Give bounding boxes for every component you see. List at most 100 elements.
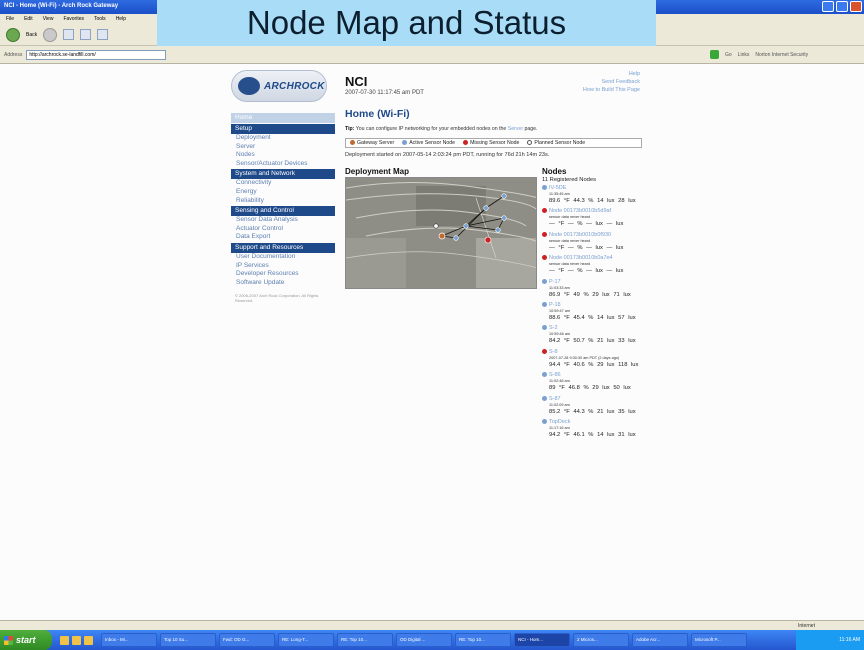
back-icon[interactable] bbox=[6, 27, 20, 42]
taskbar-button[interactable]: RE: Top 10... bbox=[455, 633, 511, 647]
window-title: NCI - Home (Wi-Fi) - Arch Rock Gateway bbox=[4, 3, 119, 9]
nav-item-actuator[interactable]: Actuator Control bbox=[231, 225, 335, 234]
nav-item-nodes[interactable]: Nodes bbox=[231, 151, 335, 160]
how-to-build-link[interactable]: How to Build This Page bbox=[560, 86, 640, 94]
node-name-link[interactable]: S-87 bbox=[542, 396, 662, 403]
nav-item-reliability[interactable]: Reliability bbox=[231, 197, 335, 206]
nav-item-server[interactable]: Server bbox=[231, 143, 335, 152]
nav-item-sensor-data[interactable]: Sensor Data Analysis bbox=[231, 216, 335, 225]
node-name-link[interactable]: TopDeck bbox=[542, 419, 662, 426]
node-status-dot-icon bbox=[542, 395, 547, 401]
browser-status-bar: Internet bbox=[0, 620, 864, 630]
quick-launch-icon[interactable] bbox=[84, 635, 93, 645]
node-name[interactable]: S-87 bbox=[549, 396, 561, 402]
deployment-started: Deployment started on 2007-05-14 2:03:24… bbox=[345, 152, 550, 158]
node-name[interactable]: S-86 bbox=[549, 372, 561, 378]
quick-launch-icon[interactable] bbox=[60, 635, 69, 645]
node-name[interactable]: S-8 bbox=[549, 349, 558, 355]
node-name[interactable]: P-17 bbox=[549, 279, 561, 285]
node-name[interactable]: Node 00173b0010b5d9af bbox=[549, 208, 611, 214]
nav-home[interactable]: Home bbox=[231, 113, 335, 123]
node-name-link[interactable]: S-8 bbox=[542, 349, 662, 356]
node-humidity: 46.8 % bbox=[568, 385, 589, 392]
node-name[interactable]: Node 00173b0010b0f930 bbox=[549, 232, 611, 238]
node-name[interactable]: S-2 bbox=[549, 325, 558, 331]
nav-item-deployment[interactable]: Deployment bbox=[231, 134, 335, 143]
node-name[interactable]: TopDeck bbox=[549, 419, 570, 425]
taskbar-button[interactable]: NCI - Hom... bbox=[514, 633, 570, 647]
back-label[interactable]: Back bbox=[26, 32, 37, 38]
links-button[interactable]: Links bbox=[738, 52, 750, 58]
deployment-map[interactable] bbox=[345, 177, 537, 289]
menu-file[interactable]: File bbox=[6, 16, 14, 22]
forward-icon[interactable] bbox=[43, 27, 58, 42]
node-humidity: 44.3 % bbox=[573, 408, 594, 415]
taskbar-button[interactable]: Top 10 Su... bbox=[160, 633, 216, 647]
nodes-count: 11 Registered Nodes bbox=[542, 177, 597, 183]
taskbar-button[interactable]: OD Digital ... bbox=[396, 633, 452, 647]
node-name-link[interactable]: P-17 bbox=[542, 279, 662, 286]
nav-item-ip-services[interactable]: IP Services bbox=[231, 262, 335, 271]
nav-item-user-docs[interactable]: User Documentation bbox=[231, 253, 335, 262]
security-toolbar[interactable]: Norton Internet Security bbox=[755, 52, 808, 58]
node-light-1: 21 lux bbox=[597, 408, 615, 415]
minimize-icon[interactable] bbox=[822, 1, 834, 12]
taskbar-button[interactable]: 2 Micros... bbox=[573, 633, 629, 647]
taskbar-button[interactable]: RE: Long-T... bbox=[278, 633, 334, 647]
stop-icon[interactable] bbox=[63, 29, 75, 40]
node-name-link[interactable]: S-86 bbox=[542, 372, 662, 379]
start-button[interactable]: start bbox=[0, 630, 52, 650]
menu-help[interactable]: Help bbox=[116, 16, 126, 22]
legend-gateway-label: Gateway Server bbox=[357, 140, 395, 146]
quick-launch-icon[interactable] bbox=[72, 635, 81, 645]
help-link[interactable]: Help bbox=[560, 70, 640, 78]
node-name[interactable]: IV-5DE bbox=[549, 185, 566, 191]
close-icon[interactable] bbox=[850, 1, 862, 12]
node-name-link[interactable]: P-18 bbox=[542, 302, 662, 309]
taskbar-button[interactable]: Fwd: OD G... bbox=[219, 633, 275, 647]
node-temperature: 94.4 °F bbox=[549, 361, 570, 368]
node-name[interactable]: P-18 bbox=[549, 302, 561, 308]
url-input[interactable]: http://archrock.se-landfill.com/ bbox=[26, 49, 167, 60]
node-readings: — °F — % — lux — lux bbox=[542, 267, 662, 275]
go-button[interactable]: Go bbox=[725, 52, 732, 58]
node-status-dot-icon bbox=[542, 208, 547, 214]
node-light-1: 29 lux bbox=[592, 385, 610, 392]
nav-item-devices[interactable]: Sensor/Actuator Devices bbox=[231, 160, 335, 169]
node-name-link[interactable]: IV-5DE bbox=[542, 185, 662, 192]
taskbar-button[interactable]: Microsoft P... bbox=[691, 633, 747, 647]
send-feedback-link[interactable]: Send Feedback bbox=[560, 78, 640, 86]
menu-tools[interactable]: Tools bbox=[94, 16, 106, 22]
home-icon[interactable] bbox=[97, 29, 109, 40]
node-status-dot-icon bbox=[542, 348, 547, 354]
arch-rock-logo[interactable]: ARCHROCK bbox=[231, 70, 327, 102]
node-name-link[interactable]: Node 00173b0010b0f930 bbox=[542, 232, 662, 239]
node-name-link[interactable]: S-2 bbox=[542, 325, 662, 332]
taskbar-button[interactable]: Adobe Acr... bbox=[632, 633, 688, 647]
node-status-dot-icon bbox=[542, 372, 547, 378]
node-humidity: — % bbox=[567, 244, 583, 251]
nav-item-software-update[interactable]: Software Update bbox=[231, 279, 335, 288]
menu-favorites[interactable]: Favorites bbox=[63, 16, 84, 22]
go-icon[interactable] bbox=[710, 50, 719, 59]
taskbar-button[interactable]: RE: Top 10... bbox=[337, 633, 393, 647]
address-label: Address bbox=[4, 51, 23, 58]
menu-edit[interactable]: Edit bbox=[24, 16, 33, 22]
nav-item-dev-resources[interactable]: Developer Resources bbox=[231, 270, 335, 279]
taskbar-button[interactable]: Inbox - Mi... bbox=[101, 633, 157, 647]
node-light-1: 29 lux bbox=[592, 291, 610, 298]
node-status-dot-icon bbox=[542, 325, 547, 331]
nav-item-energy[interactable]: Energy bbox=[231, 188, 335, 197]
menu-view[interactable]: View bbox=[43, 16, 54, 22]
tip-server-link[interactable]: Server bbox=[508, 126, 523, 132]
node-name-link[interactable]: Node 00173b0010b0a7e4 bbox=[542, 255, 662, 262]
node-name[interactable]: Node 00173b0010b0a7e4 bbox=[549, 255, 613, 261]
node-name-link[interactable]: Node 00173b0010b5d9af bbox=[542, 208, 662, 215]
node-entry: S-86 11:02:48 am 89 °F 46.8 % 29 lux 50 lu… bbox=[542, 372, 662, 392]
refresh-icon[interactable] bbox=[80, 29, 92, 40]
maximize-icon[interactable] bbox=[836, 1, 848, 12]
node-readings: 94.2 °F 46.1 % 14 lux 31 lux bbox=[542, 431, 662, 439]
web-page: ARCHROCK NCI 2007-07-30 11:17:45 am PDT … bbox=[0, 64, 864, 620]
nav-item-connectivity[interactable]: Connectivity bbox=[231, 179, 335, 188]
nav-item-data-export[interactable]: Data Export bbox=[231, 233, 335, 242]
